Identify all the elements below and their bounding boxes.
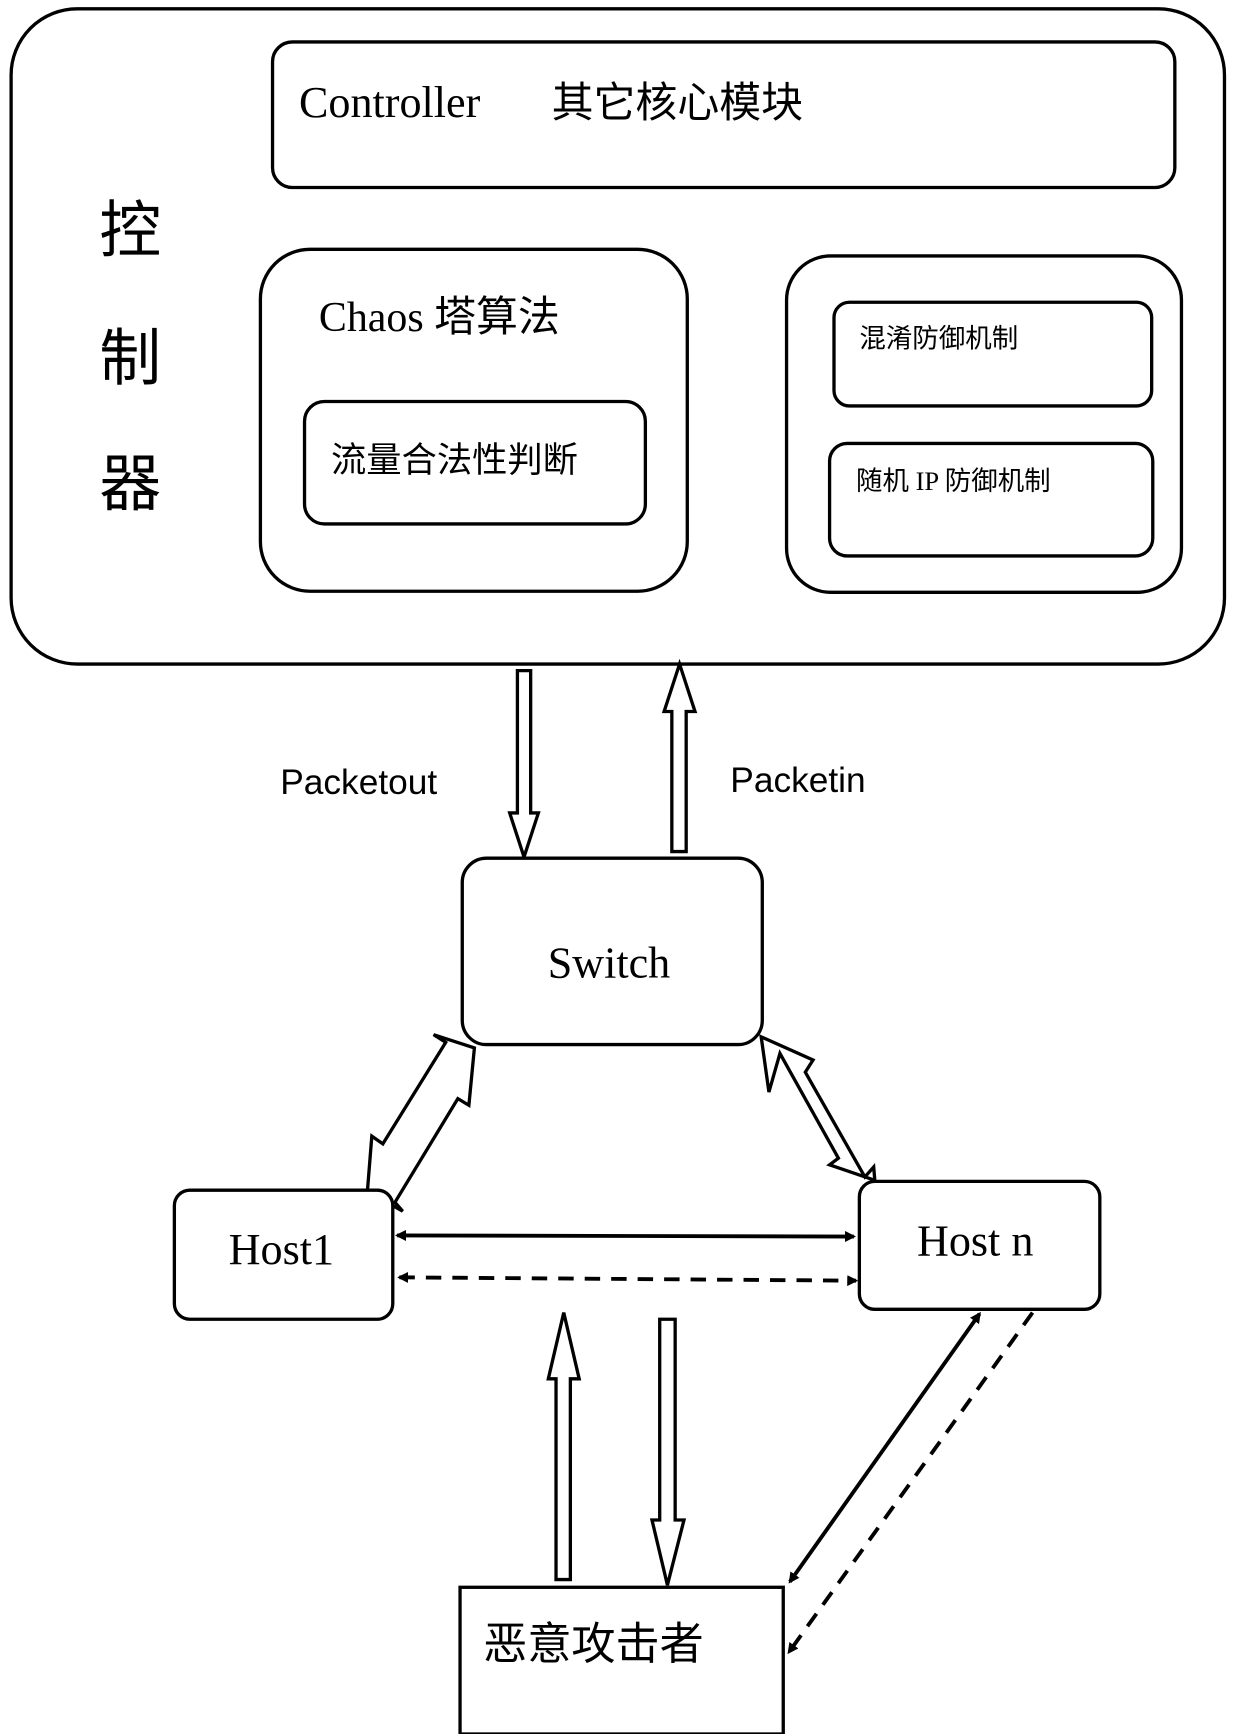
- switch-hostn-double-arrow: [759, 1034, 877, 1183]
- attacker-down-arrow: [649, 1317, 687, 1586]
- core-module-box: Controller 其它核心模块: [270, 40, 1177, 190]
- host1-hostn-solid-arrow: [394, 1229, 857, 1243]
- host1-hostn-dashed-arrow: [397, 1271, 859, 1287]
- packetin-arrow: Packetin: [661, 658, 866, 854]
- attacker-hostn-solid-arrow: [788, 1311, 982, 1584]
- controller-label-char-3: 器: [99, 451, 161, 519]
- obfuscation-defense-label: 混淆防御机制: [859, 323, 1018, 353]
- controller-label-char-1: 控: [99, 197, 161, 265]
- random-ip-defense-frame: [827, 441, 1155, 558]
- attacker-label: 恶意攻击者: [483, 1620, 704, 1669]
- hostn-node: Host n: [857, 1179, 1102, 1311]
- controller-label-char-2: 制: [99, 325, 161, 393]
- host1-label: Host1: [229, 1225, 334, 1274]
- network-defense-diagram: 控 制 器 Controller 其它核心模块 Chaos 塔算法 流量合法性判…: [9, 7, 1227, 1734]
- packetout-arrow: Packetout: [280, 669, 541, 863]
- chaos-algorithm-box: Chaos 塔算法 流量合法性判断: [258, 247, 689, 593]
- defense-mechanisms-box: 混淆防御机制 随机 IP 防御机制: [784, 254, 1184, 594]
- attacker-node: 恶意攻击者: [458, 1585, 785, 1734]
- random-ip-defense-label: 随机 IP 防御机制: [856, 466, 1051, 496]
- chaos-title: Chaos 塔算法: [319, 295, 560, 341]
- obfuscation-defense-frame: [832, 300, 1154, 408]
- packetin-label: Packetin: [730, 761, 865, 800]
- packetout-arrow-shape: [507, 669, 541, 863]
- attacker-up-arrow: [546, 1312, 582, 1582]
- hostn-attacker-dashed-arrow: [787, 1311, 1035, 1655]
- hostn-label: Host n: [917, 1216, 1033, 1265]
- core-module-label-zh: 其它核心模块: [552, 80, 803, 127]
- host1-node: Host1: [172, 1188, 395, 1321]
- switch-host1-double-arrow: [365, 1033, 477, 1213]
- switch-label: Switch: [548, 938, 671, 987]
- traffic-legitimacy-label: 流量合法性判断: [331, 441, 578, 480]
- core-module-label-en: Controller: [299, 78, 481, 127]
- switch-node: Switch: [460, 856, 764, 1047]
- packetin-arrow-shape: [661, 658, 698, 854]
- packetout-label: Packetout: [280, 763, 437, 802]
